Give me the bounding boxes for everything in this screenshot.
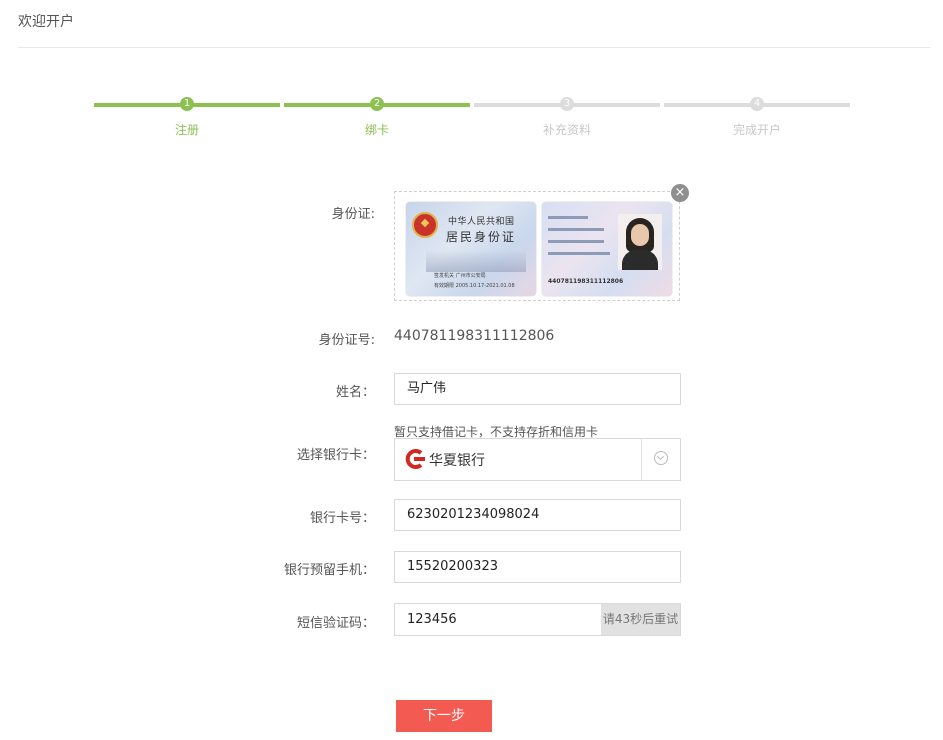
great-wall-graphic [426, 250, 526, 272]
name-label: 姓名： [335, 385, 375, 400]
step-3: 3 补充资料 [474, 97, 660, 137]
id-card-text-line [548, 240, 604, 243]
id-number-label: 身份证号: [318, 333, 375, 348]
phone-field[interactable]: 15520200323 [394, 551, 681, 583]
step-label: 完成开户 [732, 123, 781, 137]
page-title: 欢迎开户 [18, 14, 74, 30]
step-label: 注册 [174, 123, 199, 137]
id-card-text-line [548, 252, 610, 255]
bank-select[interactable]: 华夏银行 [394, 438, 681, 481]
step-label: 绑卡 [364, 123, 389, 137]
step-number: 4 [750, 97, 764, 111]
id-card-label: 身份证: [331, 207, 375, 222]
id-card-upload[interactable]: 中华人民共和国 居民身份证 签发机关 广州市公安局 有效期限 2005.10.1… [394, 191, 680, 301]
id-photo [618, 214, 662, 270]
sms-code-label: 短信验证码： [296, 616, 375, 631]
step-number: 1 [180, 97, 194, 111]
id-card-validity: 有效期限 2005.10.17-2021.01.08 [434, 283, 515, 289]
step-number: 3 [560, 97, 574, 111]
id-card-title: 居民身份证 [446, 230, 517, 244]
resend-code-button[interactable]: 请43秒后重试 [601, 604, 680, 635]
id-card-authority: 签发机关 广州市公安局 [434, 273, 486, 279]
bank-select-label: 选择银行卡： [296, 448, 375, 463]
chevron-down-icon[interactable] [654, 451, 668, 465]
card-number-label: 银行卡号： [309, 511, 375, 526]
select-divider [641, 439, 642, 480]
title-divider [18, 47, 931, 48]
id-card-country: 中华人民共和国 [448, 217, 515, 227]
hua-xia-bank-logo-icon [405, 449, 425, 469]
id-card-text-line [548, 228, 604, 231]
national-emblem-icon [412, 212, 438, 238]
sms-code-field[interactable]: 123456 [407, 604, 457, 635]
bank-name: 华夏银行 [429, 453, 485, 469]
id-card-number: 440781198311112806 [548, 278, 624, 285]
card-number-field[interactable]: 6230201234098024 [394, 499, 681, 531]
step-2: 2 绑卡 [284, 97, 470, 137]
id-card-text-line [548, 216, 588, 219]
sms-code-group: 123456 请43秒后重试 [394, 603, 681, 636]
step-number: 2 [370, 97, 384, 111]
next-step-button[interactable]: 下一步 [396, 700, 492, 732]
step-label: 补充资料 [542, 123, 591, 137]
close-icon[interactable]: × [671, 184, 689, 202]
id-card-back-image: 440781198311112806 [542, 202, 672, 296]
phone-label: 银行预留手机： [283, 563, 375, 578]
id-card-front-image: 中华人民共和国 居民身份证 签发机关 广州市公安局 有效期限 2005.10.1… [406, 202, 536, 296]
step-4: 4 完成开户 [664, 97, 850, 137]
id-number-value: 440781198311112806 [394, 328, 555, 344]
name-field[interactable]: 马广伟 [394, 373, 681, 405]
step-1: 1 注册 [94, 97, 280, 137]
